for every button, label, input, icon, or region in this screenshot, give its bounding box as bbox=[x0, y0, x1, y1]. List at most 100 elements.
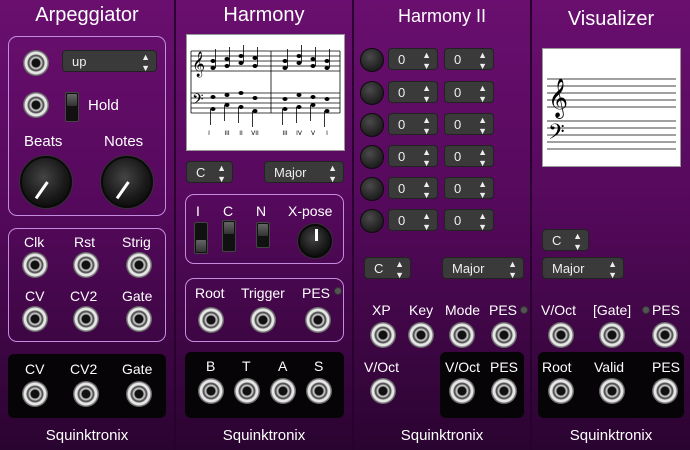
notes-label: Notes bbox=[104, 133, 144, 150]
pes-jack[interactable] bbox=[652, 322, 678, 348]
numeral: V bbox=[311, 130, 316, 137]
rst-jack[interactable] bbox=[73, 252, 99, 278]
transpose-row-4-button[interactable] bbox=[360, 145, 384, 169]
transpose-row-5-b[interactable]: 0 ▲ ▼ bbox=[444, 177, 494, 200]
pes-out-jack[interactable] bbox=[652, 378, 678, 404]
gate-in-jack[interactable] bbox=[126, 306, 152, 332]
alto-out-jack[interactable] bbox=[270, 378, 296, 404]
transpose-row-4-a[interactable]: 0 ▲ ▼ bbox=[388, 145, 438, 168]
transpose-value: 0 bbox=[454, 85, 462, 100]
transpose-value: 0 bbox=[454, 149, 462, 164]
soprano-out-jack[interactable] bbox=[306, 378, 332, 404]
visualizer-key-select[interactable]: C ▲ ▼ bbox=[542, 229, 589, 252]
gate-jack[interactable] bbox=[599, 322, 625, 348]
valid-out-jack[interactable] bbox=[599, 378, 625, 404]
toggle-label-n: N bbox=[256, 203, 267, 219]
mode-jack[interactable] bbox=[449, 322, 475, 348]
transpose-value: 0 bbox=[398, 149, 406, 164]
updown-arrows-icon: ▲ ▼ bbox=[478, 211, 487, 232]
mode-label: Mode bbox=[445, 302, 481, 318]
transpose-row-2-b[interactable]: 0 ▲ ▼ bbox=[444, 81, 494, 104]
beats-knob[interactable] bbox=[20, 156, 72, 208]
cv2-in-jack[interactable] bbox=[73, 306, 99, 332]
transpose-row-1-b[interactable]: 0 ▲ ▼ bbox=[444, 48, 494, 71]
pes-out-jack[interactable] bbox=[491, 378, 517, 404]
gate-out-label: Gate bbox=[122, 361, 153, 377]
arp-hold-input-jack[interactable] bbox=[23, 92, 49, 118]
transpose-value: 0 bbox=[398, 213, 406, 228]
cv-out-jack[interactable] bbox=[22, 381, 48, 407]
svg-text:𝄢: 𝄢 bbox=[192, 91, 204, 112]
transpose-row-1-button[interactable] bbox=[360, 48, 384, 72]
arp-mode-value: up bbox=[72, 54, 87, 69]
trigger-label: Trigger bbox=[241, 285, 285, 301]
pes-out-label: PES bbox=[652, 359, 681, 375]
harmony2-key-select[interactable]: C ▲ ▼ bbox=[364, 257, 411, 280]
pes-label: PES bbox=[652, 302, 681, 318]
pes-led bbox=[642, 306, 650, 314]
notes-knob[interactable] bbox=[101, 156, 153, 208]
updown-arrows-icon: ▲ ▼ bbox=[141, 52, 150, 73]
trigger-jack[interactable] bbox=[250, 307, 276, 333]
arp-mode-input-jack[interactable] bbox=[23, 50, 49, 76]
cv-in-jack[interactable] bbox=[22, 306, 48, 332]
alto-label: A bbox=[278, 358, 288, 374]
transpose-row-1-a[interactable]: 0 ▲ ▼ bbox=[388, 48, 438, 71]
transpose-row-6-a[interactable]: 0 ▲ ▼ bbox=[388, 209, 438, 232]
root-jack[interactable] bbox=[198, 307, 224, 333]
brand-label: Squinktronix bbox=[569, 427, 653, 444]
key-value: C bbox=[552, 233, 562, 248]
beats-label: Beats bbox=[24, 133, 63, 150]
clk-jack[interactable] bbox=[22, 252, 48, 278]
gate-out-jack[interactable] bbox=[126, 381, 152, 407]
visualizer-mode-select[interactable]: Major ▲ ▼ bbox=[542, 257, 624, 280]
transpose-row-2-a[interactable]: 0 ▲ ▼ bbox=[388, 81, 438, 104]
centered-toggle[interactable] bbox=[222, 220, 236, 252]
valid-out-label: Valid bbox=[594, 359, 625, 375]
root-label: Root bbox=[195, 285, 225, 301]
arp-mode-select[interactable]: up ▲ ▼ bbox=[62, 50, 157, 73]
root-out-jack[interactable] bbox=[548, 378, 574, 404]
hold-toggle[interactable] bbox=[65, 92, 79, 122]
pes-jack[interactable] bbox=[305, 307, 331, 333]
voct-jack[interactable] bbox=[548, 322, 574, 348]
nnic-toggle[interactable] bbox=[256, 222, 270, 248]
voct-in-jack[interactable] bbox=[370, 378, 396, 404]
pes-label: PES bbox=[489, 302, 518, 318]
transpose-row-3-b[interactable]: 0 ▲ ▼ bbox=[444, 113, 494, 136]
voct-out-jack[interactable] bbox=[449, 378, 475, 404]
xp-jack[interactable] bbox=[370, 322, 396, 348]
tenor-out-jack[interactable] bbox=[234, 378, 260, 404]
inversion-toggle[interactable] bbox=[194, 222, 208, 254]
harmony-mode-select[interactable]: Major ▲ ▼ bbox=[264, 161, 344, 184]
gate-in-label: Gate bbox=[122, 288, 153, 304]
transpose-value: 0 bbox=[454, 52, 462, 67]
xp-label: XP bbox=[372, 302, 391, 318]
svg-text:𝄢: 𝄢 bbox=[548, 120, 565, 150]
cv2-out-label: CV2 bbox=[70, 361, 98, 377]
transpose-row-2-button[interactable] bbox=[360, 81, 384, 105]
soprano-label: S bbox=[314, 358, 324, 374]
key-jack[interactable] bbox=[408, 322, 434, 348]
transpose-value: 0 bbox=[398, 52, 406, 67]
transpose-row-6-button[interactable] bbox=[360, 209, 384, 233]
harmony-key-select[interactable]: C ▲ ▼ bbox=[186, 161, 233, 184]
bass-out-jack[interactable] bbox=[198, 378, 224, 404]
pes-jack[interactable] bbox=[491, 322, 517, 348]
brand-label: Squinktronix bbox=[222, 427, 306, 444]
xpose-knob[interactable] bbox=[298, 224, 332, 258]
module-title: Harmony II bbox=[397, 6, 487, 26]
transpose-row-5-a[interactable]: 0 ▲ ▼ bbox=[388, 177, 438, 200]
updown-arrows-icon: ▲ ▼ bbox=[478, 147, 487, 168]
cv2-out-jack[interactable] bbox=[73, 381, 99, 407]
visualizer-score-display: 𝄞 𝄢 bbox=[542, 48, 681, 167]
transpose-row-6-b[interactable]: 0 ▲ ▼ bbox=[444, 209, 494, 232]
transpose-row-3-a[interactable]: 0 ▲ ▼ bbox=[388, 113, 438, 136]
transpose-row-5-button[interactable] bbox=[360, 177, 384, 201]
transpose-row-4-b[interactable]: 0 ▲ ▼ bbox=[444, 145, 494, 168]
tenor-label: T bbox=[242, 358, 251, 374]
transpose-row-3-button[interactable] bbox=[360, 113, 384, 137]
numeral: IV bbox=[296, 130, 303, 137]
harmony2-mode-select[interactable]: Major ▲ ▼ bbox=[442, 257, 524, 280]
strig-jack[interactable] bbox=[126, 252, 152, 278]
